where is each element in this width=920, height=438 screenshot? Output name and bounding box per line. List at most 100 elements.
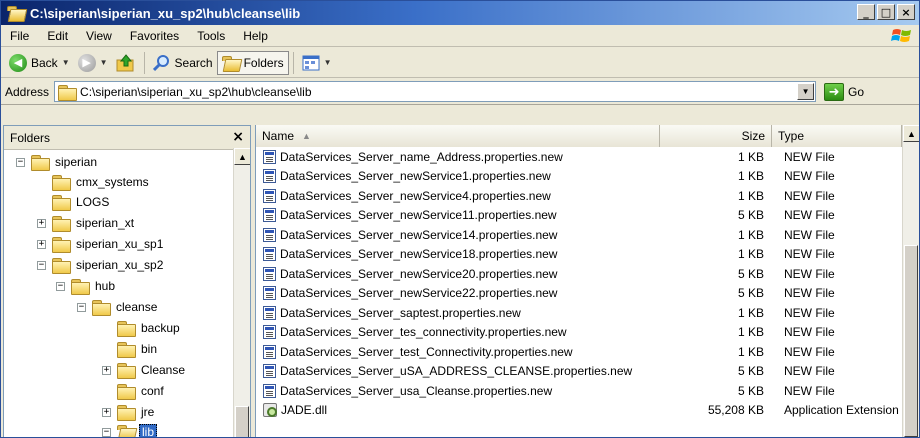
toolbar-separator bbox=[143, 51, 145, 74]
scrollbar-thumb[interactable] bbox=[904, 245, 918, 437]
file-size: 1 KB bbox=[737, 247, 764, 262]
file-type: Application Extension bbox=[784, 403, 899, 418]
go-button[interactable]: ➜ Go bbox=[824, 82, 864, 101]
maximize-button[interactable]: □ bbox=[877, 4, 895, 20]
column-header-size[interactable]: Size bbox=[660, 125, 772, 147]
menu-favorites[interactable]: Favorites bbox=[121, 29, 188, 43]
menu-edit[interactable]: Edit bbox=[38, 29, 77, 43]
file-row[interactable]: DataServices_Server_newService1.properti… bbox=[256, 167, 919, 187]
collapse-icon[interactable]: − bbox=[102, 427, 111, 437]
folders-pane-header: Folders × bbox=[4, 126, 250, 150]
file-row[interactable]: DataServices_Server_name_Address.propert… bbox=[256, 147, 919, 167]
file-row[interactable]: DataServices_Server_usa_Cleanse.properti… bbox=[256, 381, 919, 401]
file-size: 1 KB bbox=[737, 169, 764, 184]
tree-item-conf[interactable]: conf bbox=[117, 381, 166, 401]
properties-file-icon bbox=[263, 364, 276, 379]
scrollbar-thumb[interactable] bbox=[235, 406, 249, 437]
close-icon[interactable]: × bbox=[232, 129, 244, 145]
file-name-cell: DataServices_Server_newService14.propert… bbox=[256, 227, 660, 242]
file-row[interactable]: DataServices_Server_saptest.properties.n… bbox=[256, 303, 919, 323]
column-header-type[interactable]: Type bbox=[772, 125, 902, 147]
tree-item-lib[interactable]: − lib bbox=[102, 422, 158, 437]
file-size: 5 KB bbox=[737, 266, 764, 281]
file-size: 1 KB bbox=[737, 344, 764, 359]
address-input[interactable]: C:\siperian\siperian_xu_sp2\hub\cleanse\… bbox=[54, 81, 817, 102]
menu-bar: File Edit View Favorites Tools Help bbox=[1, 25, 919, 47]
folders-scrollbar[interactable]: ▲ bbox=[233, 148, 250, 437]
file-row[interactable]: DataServices_Server_newService14.propert… bbox=[256, 225, 919, 245]
menu-view[interactable]: View bbox=[77, 29, 121, 43]
collapse-icon[interactable]: − bbox=[77, 302, 86, 312]
expand-icon[interactable]: + bbox=[102, 365, 111, 375]
file-type: NEW File bbox=[784, 208, 835, 223]
tree-item-hub[interactable]: − hub bbox=[56, 276, 117, 296]
file-name-cell: DataServices_Server_tes_connectivity.pro… bbox=[256, 325, 660, 340]
menu-tools[interactable]: Tools bbox=[188, 29, 234, 43]
address-dropdown-button[interactable]: ▼ bbox=[797, 83, 815, 100]
collapse-icon[interactable]: − bbox=[16, 157, 25, 167]
chevron-down-icon[interactable]: ▼ bbox=[100, 58, 108, 67]
tree-item-cleanse-sub[interactable]: + Cleanse bbox=[102, 360, 187, 380]
properties-file-icon bbox=[263, 188, 276, 203]
tree-item-siperian-xt[interactable]: + siperian_xt bbox=[37, 213, 136, 233]
file-row[interactable]: DataServices_Server_uSA_ADDRESS_CLEANSE.… bbox=[256, 362, 919, 382]
chevron-down-icon[interactable]: ▼ bbox=[324, 58, 332, 67]
scroll-up-icon[interactable]: ▲ bbox=[234, 148, 250, 165]
file-row[interactable]: DataServices_Server_newService4.properti… bbox=[256, 186, 919, 206]
file-row[interactable]: DataServices_Server_test_Connectivity.pr… bbox=[256, 342, 919, 362]
expand-icon[interactable]: + bbox=[102, 407, 111, 417]
folder-icon bbox=[52, 237, 71, 253]
folder-icon bbox=[92, 300, 111, 316]
minimize-button[interactable]: _ bbox=[857, 4, 875, 20]
file-size: 5 KB bbox=[737, 383, 764, 398]
tree-item-cleanse[interactable]: − cleanse bbox=[77, 297, 159, 317]
scroll-up-icon[interactable]: ▲ bbox=[903, 125, 919, 142]
file-list-scrollbar[interactable]: ▲ bbox=[902, 125, 919, 437]
collapse-icon[interactable]: − bbox=[37, 260, 46, 270]
menu-file[interactable]: File bbox=[1, 29, 38, 43]
file-type: NEW File bbox=[784, 305, 835, 320]
file-name: DataServices_Server_uSA_ADDRESS_CLEANSE.… bbox=[280, 364, 633, 379]
tree-item-bin[interactable]: bin bbox=[117, 339, 159, 359]
folder-icon bbox=[221, 55, 240, 70]
tree-item-siperian[interactable]: − siperian bbox=[16, 152, 99, 172]
tree-item-logs[interactable]: LOGS bbox=[52, 192, 111, 212]
address-label: Address bbox=[5, 84, 50, 99]
expand-icon[interactable]: + bbox=[37, 239, 46, 249]
toolbar-separator bbox=[292, 51, 294, 74]
forward-button[interactable]: ▶ ▼ bbox=[74, 51, 112, 75]
file-row[interactable]: DataServices_Server_newService22.propert… bbox=[256, 284, 919, 304]
collapse-icon[interactable]: − bbox=[56, 281, 65, 291]
address-value[interactable]: C:\siperian\siperian_xu_sp2\hub\cleanse\… bbox=[80, 85, 311, 99]
tree-item-siperian-xu-sp1[interactable]: + siperian_xu_sp1 bbox=[37, 234, 165, 254]
file-size: 1 KB bbox=[737, 325, 764, 340]
up-folder-icon bbox=[116, 53, 134, 71]
file-row[interactable]: DataServices_Server_newService20.propert… bbox=[256, 264, 919, 284]
forward-arrow-icon: ▶ bbox=[77, 53, 96, 72]
file-row[interactable]: DataServices_Server_tes_connectivity.pro… bbox=[256, 323, 919, 343]
expand-icon[interactable]: + bbox=[37, 218, 46, 228]
properties-file-icon bbox=[263, 247, 276, 262]
views-button[interactable]: ▼ bbox=[298, 51, 336, 75]
file-type: NEW File bbox=[784, 286, 835, 301]
back-button[interactable]: ◀ Back ▼ bbox=[5, 51, 74, 75]
up-folder-button[interactable] bbox=[112, 51, 140, 75]
tree-item-label: cmx_systems bbox=[76, 175, 149, 189]
close-button[interactable]: × bbox=[897, 4, 915, 20]
column-header-label: Type bbox=[778, 129, 805, 143]
tree-item-backup[interactable]: backup bbox=[117, 318, 182, 338]
folders-button[interactable]: Folders bbox=[216, 50, 289, 75]
chevron-down-icon[interactable]: ▼ bbox=[62, 58, 70, 67]
file-size: 5 KB bbox=[737, 286, 764, 301]
file-row[interactable]: DataServices_Server_newService18.propert… bbox=[256, 245, 919, 265]
tree-item-jre[interactable]: + jre bbox=[102, 402, 156, 422]
file-row[interactable]: JADE.dll 55,208 KB Application Extension bbox=[256, 401, 919, 421]
file-name: DataServices_Server_newService20.propert… bbox=[280, 266, 558, 281]
tree-item-cmx-systems[interactable]: cmx_systems bbox=[52, 172, 151, 192]
file-row[interactable]: DataServices_Server_newService11.propert… bbox=[256, 206, 919, 226]
column-header-name[interactable]: Name ▲ bbox=[256, 125, 660, 147]
search-button[interactable]: Search bbox=[149, 51, 217, 75]
menu-help[interactable]: Help bbox=[234, 29, 277, 43]
tree-item-siperian-xu-sp2[interactable]: − siperian_xu_sp2 bbox=[37, 255, 165, 275]
title-bar[interactable]: C:\siperian\siperian_xu_sp2\hub\cleanse\… bbox=[1, 1, 919, 25]
